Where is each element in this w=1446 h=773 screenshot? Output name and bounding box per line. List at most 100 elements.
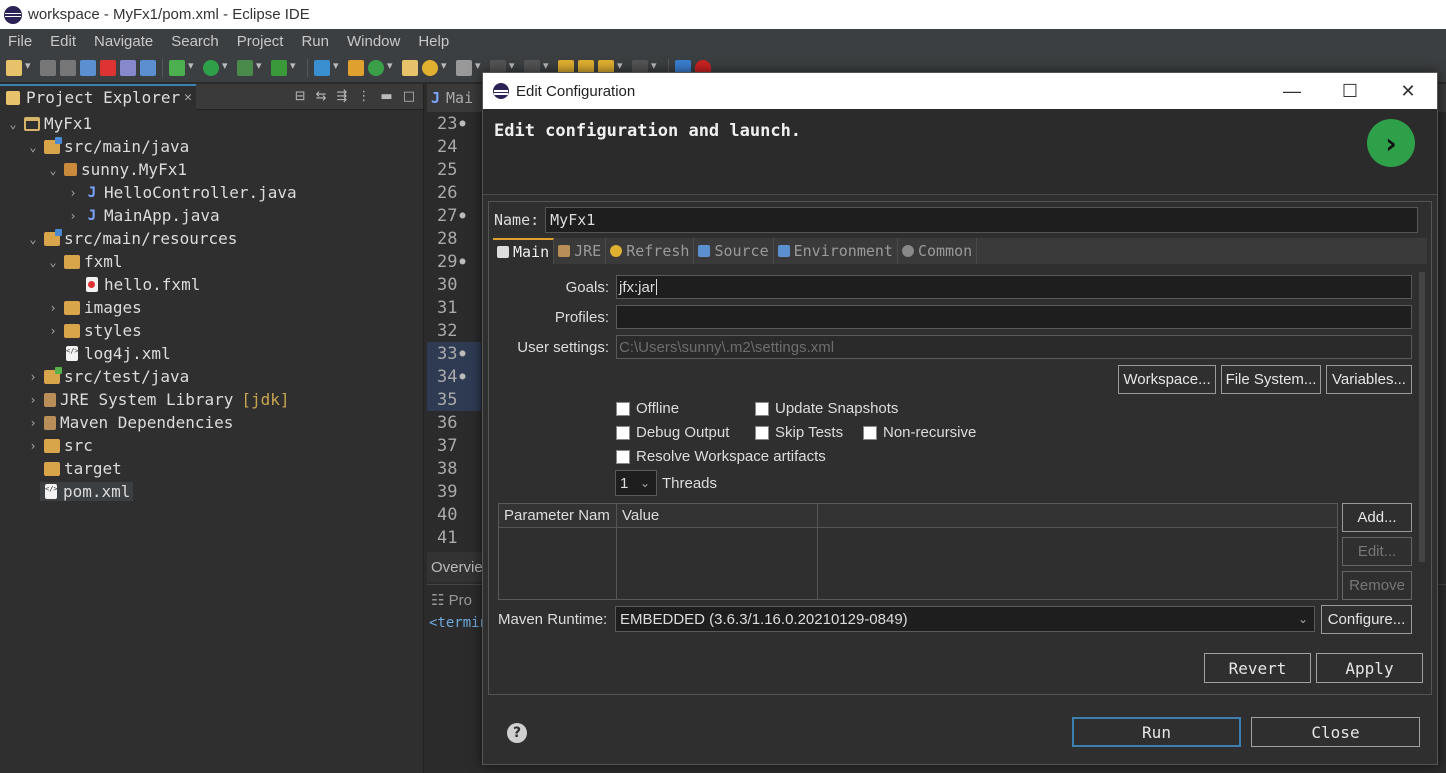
threads-select[interactable]: 1 ⌄ (615, 470, 657, 496)
chevron-right-icon[interactable]: › (46, 301, 60, 315)
save-all-icon[interactable] (60, 59, 76, 76)
maximize-button[interactable]: ☐ (1321, 81, 1379, 102)
filter-icon[interactable]: ⇶ (337, 89, 348, 104)
tree-item-src-main-java[interactable]: ⌄ src/main/java (0, 135, 423, 158)
external-tools-icon[interactable] (271, 59, 296, 76)
variables-button[interactable]: Variables... (1326, 365, 1412, 394)
profiles-input[interactable] (616, 305, 1412, 329)
tree-item-maven-dependencies[interactable]: › Maven Dependencies (0, 411, 423, 434)
table-body[interactable] (499, 528, 1337, 600)
debug-output-checkbox[interactable]: Debug Output (616, 424, 729, 441)
chevron-right-icon[interactable]: › (66, 186, 80, 200)
goals-input[interactable]: jfx:jar (616, 275, 1412, 299)
link-with-editor-icon[interactable]: ⇆ (316, 89, 327, 104)
chevron-right-icon[interactable]: › (26, 416, 40, 430)
tree-item-src[interactable]: › src (0, 434, 423, 457)
skip-tests-checkbox[interactable]: Skip Tests (755, 424, 843, 441)
debug-icon[interactable] (169, 59, 194, 76)
run-last-icon[interactable] (314, 59, 339, 76)
resolve-workspace-checkbox[interactable]: Resolve Workspace artifacts (616, 448, 826, 465)
tree-item-mainapp[interactable]: › J MainApp.java (0, 204, 423, 227)
tree-item-log4j[interactable]: log4j.xml (0, 342, 423, 365)
tree-item-src-test-java[interactable]: › src/test/java (0, 365, 423, 388)
tree-item-target[interactable]: target (0, 457, 423, 480)
menu-run[interactable]: Run (292, 33, 338, 50)
tab-jre[interactable]: JRE (554, 238, 607, 264)
run-button[interactable]: Run (1072, 717, 1241, 747)
non-recursive-checkbox[interactable]: Non-recursive (863, 424, 976, 441)
form-scrollbar[interactable] (1419, 272, 1425, 562)
menu-file[interactable]: File (0, 33, 41, 50)
minimize-icon[interactable]: ▬ (380, 89, 392, 104)
chevron-down-icon[interactable]: ⌄ (46, 163, 60, 177)
link-icon[interactable] (140, 59, 156, 76)
help-icon[interactable]: ? (507, 723, 527, 743)
add-button[interactable]: Add... (1342, 503, 1412, 532)
tree-item-styles[interactable]: › styles (0, 319, 423, 342)
toggle-breakpoint-icon[interactable] (100, 59, 116, 76)
view-menu-icon[interactable]: ⋮ (357, 89, 370, 104)
menu-window[interactable]: Window (338, 33, 409, 50)
revert-button[interactable]: Revert (1204, 653, 1311, 683)
tab-refresh[interactable]: Refresh (606, 238, 695, 264)
file-system-button[interactable]: File System... (1221, 365, 1321, 394)
tab-main[interactable]: Main (493, 238, 555, 264)
editor-tab[interactable]: Mai (446, 89, 473, 107)
chevron-down-icon[interactable]: ⌄ (26, 140, 40, 154)
menu-project[interactable]: Project (228, 33, 293, 50)
tree-item-jre-library[interactable]: › JRE System Library [jdk] (0, 388, 423, 411)
maven-runtime-select[interactable]: EMBEDDED (3.6.3/1.16.0.20210129-0849) ⌄ (615, 606, 1315, 632)
close-dialog-button[interactable]: Close (1251, 717, 1420, 747)
name-field[interactable] (545, 207, 1419, 233)
tab-environment[interactable]: Environment (774, 238, 898, 264)
new-icon[interactable] (6, 59, 31, 76)
close-button[interactable]: ✕ (1379, 81, 1437, 102)
update-snapshots-checkbox[interactable]: Update Snapshots (755, 400, 898, 417)
chevron-right-icon[interactable]: › (26, 439, 40, 453)
chevron-down-icon[interactable]: ⌄ (46, 255, 60, 269)
tab-common[interactable]: Common (898, 238, 978, 264)
save-icon[interactable] (40, 59, 56, 76)
tree-item-hellocontroller[interactable]: › J HelloController.java (0, 181, 423, 204)
skip-breakpoints-icon[interactable] (120, 59, 136, 76)
chevron-right-icon[interactable]: › (26, 393, 40, 407)
close-icon[interactable]: ✕ (184, 90, 192, 105)
tab-project-explorer[interactable]: Project Explorer ✕ (0, 83, 196, 110)
column-header-value[interactable]: Value (617, 504, 818, 527)
tree-item-images[interactable]: › images (0, 296, 423, 319)
tree-item-pom[interactable]: pom.xml (0, 480, 423, 503)
chevron-right-icon[interactable]: › (66, 209, 80, 223)
terminal-icon[interactable] (80, 59, 96, 76)
tree-item-src-main-resources[interactable]: ⌄ src/main/resources (0, 227, 423, 250)
new-java-project-icon[interactable] (348, 59, 364, 76)
tab-source[interactable]: Source (694, 238, 774, 264)
edit-button[interactable]: Edit... (1342, 537, 1412, 566)
maximize-icon[interactable]: □ (403, 89, 415, 104)
coverage-icon[interactable] (237, 59, 262, 76)
column-header-parameter[interactable]: Parameter Nam (499, 504, 617, 527)
menu-edit[interactable]: Edit (41, 33, 85, 50)
user-settings-input[interactable]: C:\Users\sunny\.m2\settings.xml (616, 335, 1412, 359)
chevron-down-icon[interactable]: ⌄ (6, 117, 20, 131)
tree-item-package[interactable]: ⌄ sunny.MyFx1 (0, 158, 423, 181)
menu-navigate[interactable]: Navigate (85, 33, 162, 50)
chevron-down-icon[interactable]: ⌄ (26, 232, 40, 246)
apply-button[interactable]: Apply (1316, 653, 1423, 683)
workspace-button[interactable]: Workspace... (1118, 365, 1216, 394)
run-icon[interactable] (203, 59, 228, 76)
tree-item-hello-fxml[interactable]: hello.fxml (0, 273, 423, 296)
search-icon[interactable] (422, 59, 447, 76)
new-class-icon[interactable] (368, 59, 393, 76)
menu-search[interactable]: Search (162, 33, 228, 50)
remove-button[interactable]: Remove (1342, 571, 1412, 600)
tab-overview[interactable]: Overvie (427, 552, 487, 582)
chevron-right-icon[interactable]: › (46, 324, 60, 338)
menu-help[interactable]: Help (409, 33, 458, 50)
annotation-icon[interactable] (456, 59, 481, 76)
configure-button[interactable]: Configure... (1321, 605, 1412, 634)
minimize-button[interactable]: — (1263, 81, 1321, 102)
chevron-right-icon[interactable]: › (26, 370, 40, 384)
tree-item-myfx1[interactable]: ⌄ MyFx1 (0, 112, 423, 135)
offline-checkbox[interactable]: Offline (616, 400, 679, 417)
collapse-all-icon[interactable]: ⊟ (295, 89, 306, 104)
